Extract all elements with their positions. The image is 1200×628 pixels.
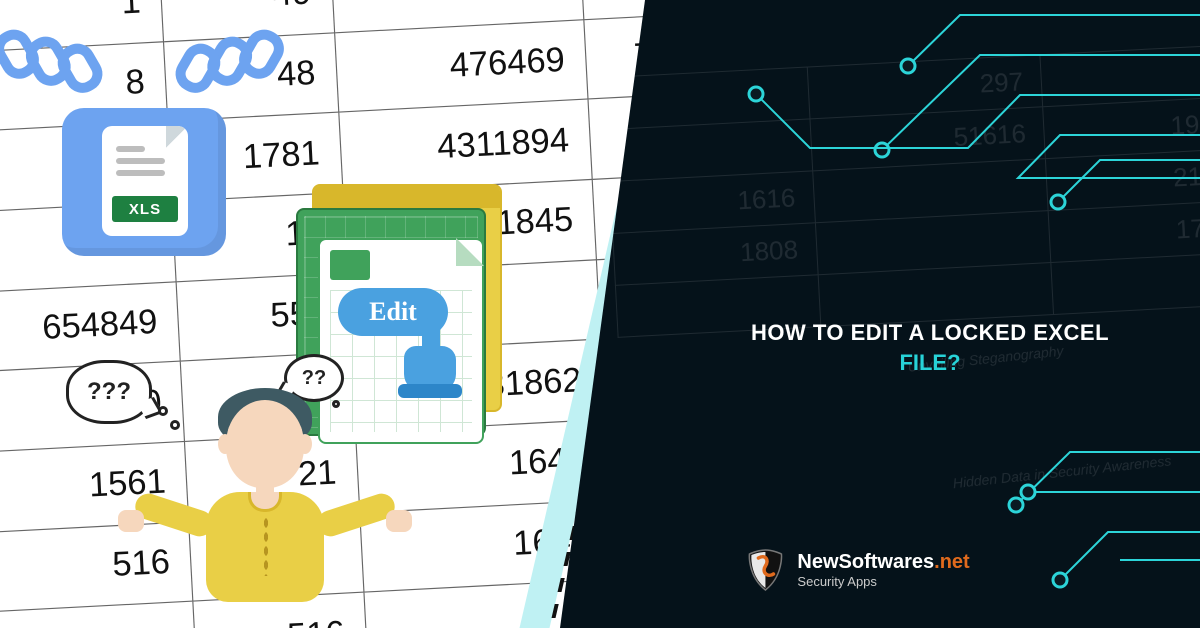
page-title: HOW TO EDIT A LOCKED EXCEL FILE? [720,320,1140,376]
question-marks: ??? [87,378,131,406]
xls-badge: XLS [112,196,178,222]
xls-file-icon: XLS [102,126,188,236]
brand-name: NewSoftwares [797,551,934,573]
brand-shield-icon [745,548,785,592]
lock-xls-icon: XLS [24,0,254,270]
confused-person-icon [140,382,390,628]
brand-tagline: Security Apps [797,575,969,589]
brand-block: NewSoftwares.net Security Apps [745,548,969,592]
brand-text: NewSoftwares.net Security Apps [797,552,969,589]
banner-stage: 149138430 8484764697 6178143118945 16184… [0,0,1200,628]
right-panel: 297 516161973 16162166 18081781 16 Unvei… [560,0,1200,628]
pointer-hand-icon [400,318,470,408]
brand-tld: .net [934,551,970,573]
ghost-text: Hidden Data in Security Awareness [952,452,1172,491]
title-line-2: FILE? [720,350,1140,376]
title-line-1: HOW TO EDIT A LOCKED EXCEL [720,320,1140,346]
